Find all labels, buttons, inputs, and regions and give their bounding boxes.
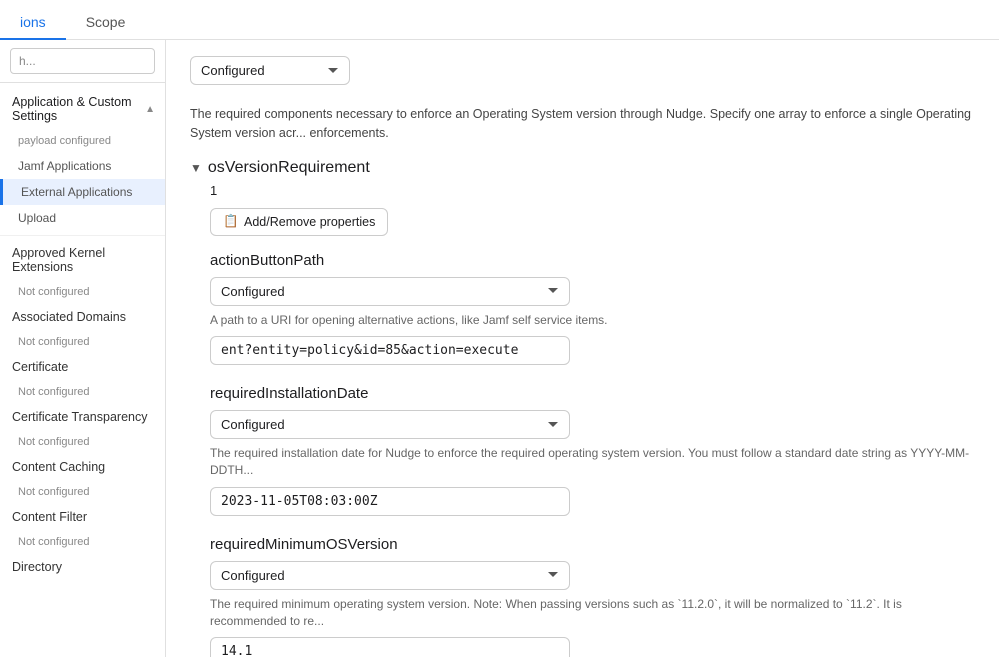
fields-container: actionButtonPath Configured Not Configur… [190, 252, 975, 657]
sidebar-item-payload-configured: payload configured [0, 129, 165, 153]
sidebar-sublabel: Not configured [18, 486, 90, 498]
sidebar-item-label: Upload [18, 211, 56, 225]
sidebar-item-label: Certificate [12, 360, 68, 374]
tab-ions[interactable]: ions [0, 6, 66, 40]
content-area: Configured Not Configured The required c… [166, 40, 999, 657]
section-number: 1 [190, 183, 975, 198]
section-header: ▼ osVersionRequirement [190, 159, 975, 177]
top-dropdown-container: Configured Not Configured [190, 56, 975, 85]
collapse-button[interactable]: ▼ [190, 161, 202, 175]
sidebar-divider [0, 235, 165, 236]
sidebar-item-not-configured-2: Not configured [0, 330, 165, 354]
app-container: ions Scope Application & Custom Settings… [0, 0, 999, 657]
sidebar-search-container [0, 40, 165, 83]
dropdown-requiredMinimumOSVersion[interactable]: Configured Not Configured [210, 561, 570, 590]
tab-scope[interactable]: Scope [66, 6, 146, 40]
sidebar-item-content-filter[interactable]: Content Filter [0, 504, 165, 530]
sidebar-item-label: Content Filter [12, 510, 87, 524]
sidebar-item-label: Directory [12, 560, 62, 574]
sidebar-item-label: Approved Kernel Extensions [12, 246, 155, 274]
field-desc-requiredInstallationDate: The required installation date for Nudge… [210, 445, 975, 479]
sidebar-item-certificate[interactable]: Certificate [0, 354, 165, 380]
sidebar-item-certificate-transparency[interactable]: Certificate Transparency [0, 404, 165, 430]
sidebar-sublabel: Not configured [18, 536, 90, 548]
sidebar-item-label: Content Caching [12, 460, 105, 474]
chevron-up-icon: ▲ [145, 104, 155, 115]
field-requiredInstallationDate: requiredInstallationDate Configured Not … [210, 385, 975, 516]
sidebar-sublabel: Not configured [18, 386, 90, 398]
field-actionButtonPath: actionButtonPath Configured Not Configur… [210, 252, 975, 366]
input-actionButtonPath[interactable] [210, 336, 570, 365]
section-title: osVersionRequirement [208, 159, 370, 177]
field-label-requiredMinimumOSVersion: requiredMinimumOSVersion [210, 536, 975, 553]
field-label-actionButtonPath: actionButtonPath [210, 252, 975, 269]
sidebar-search-input[interactable] [10, 48, 155, 74]
sidebar-item-label: Certificate Transparency [12, 410, 147, 424]
sidebar-item-not-configured-5: Not configured [0, 480, 165, 504]
add-remove-properties-button[interactable]: 📋 Add/Remove properties [210, 208, 388, 236]
sidebar-sublabel: Not configured [18, 436, 90, 448]
add-remove-label: Add/Remove properties [244, 215, 375, 229]
sidebar-item-label: Jamf Applications [18, 159, 111, 173]
field-desc-requiredMinimumOSVersion: The required minimum operating system ve… [210, 596, 975, 630]
sidebar-sublabel: payload configured [18, 135, 111, 147]
field-desc-actionButtonPath: A path to a URI for opening alternative … [210, 312, 975, 329]
sidebar-item-label: Associated Domains [12, 310, 126, 324]
sidebar-item-label: Application & Custom Settings [12, 95, 145, 123]
sidebar-section: Application & Custom Settings ▲ payload … [0, 83, 165, 586]
sidebar-item-label: External Applications [21, 185, 132, 199]
sidebar-item-jamf-applications[interactable]: Jamf Applications [0, 153, 165, 179]
sidebar-item-content-caching[interactable]: Content Caching [0, 454, 165, 480]
sidebar-item-directory[interactable]: Directory [0, 554, 165, 580]
field-label-requiredInstallationDate: requiredInstallationDate [210, 385, 975, 402]
sidebar-sublabel: Not configured [18, 336, 90, 348]
sidebar-item-associated-domains[interactable]: Associated Domains [0, 304, 165, 330]
content-inner: Configured Not Configured The required c… [166, 40, 999, 657]
sidebar: Application & Custom Settings ▲ payload … [0, 40, 166, 657]
sidebar-item-not-configured-3: Not configured [0, 380, 165, 404]
input-requiredInstallationDate[interactable] [210, 487, 570, 516]
top-configured-dropdown[interactable]: Configured Not Configured [190, 56, 350, 85]
top-tabs: ions Scope [0, 0, 999, 40]
sidebar-item-external-applications[interactable]: External Applications [0, 179, 165, 205]
sidebar-sublabel: Not configured [18, 286, 90, 298]
input-requiredMinimumOSVersion[interactable] [210, 637, 570, 657]
dropdown-actionButtonPath[interactable]: Configured Not Configured [210, 277, 570, 306]
sidebar-item-app-custom-settings[interactable]: Application & Custom Settings ▲ [0, 89, 165, 129]
sidebar-item-approved-kernel-extensions[interactable]: Approved Kernel Extensions [0, 240, 165, 280]
sidebar-item-not-configured-1: Not configured [0, 280, 165, 304]
sidebar-item-not-configured-6: Not configured [0, 530, 165, 554]
dropdown-requiredInstallationDate[interactable]: Configured Not Configured [210, 410, 570, 439]
field-requiredMinimumOSVersion: requiredMinimumOSVersion Configured Not … [210, 536, 975, 657]
main-description: The required components necessary to enf… [190, 105, 975, 143]
sidebar-item-upload[interactable]: Upload [0, 205, 165, 231]
document-icon: 📋 [223, 214, 239, 230]
main-layout: Application & Custom Settings ▲ payload … [0, 40, 999, 657]
sidebar-item-not-configured-4: Not configured [0, 430, 165, 454]
